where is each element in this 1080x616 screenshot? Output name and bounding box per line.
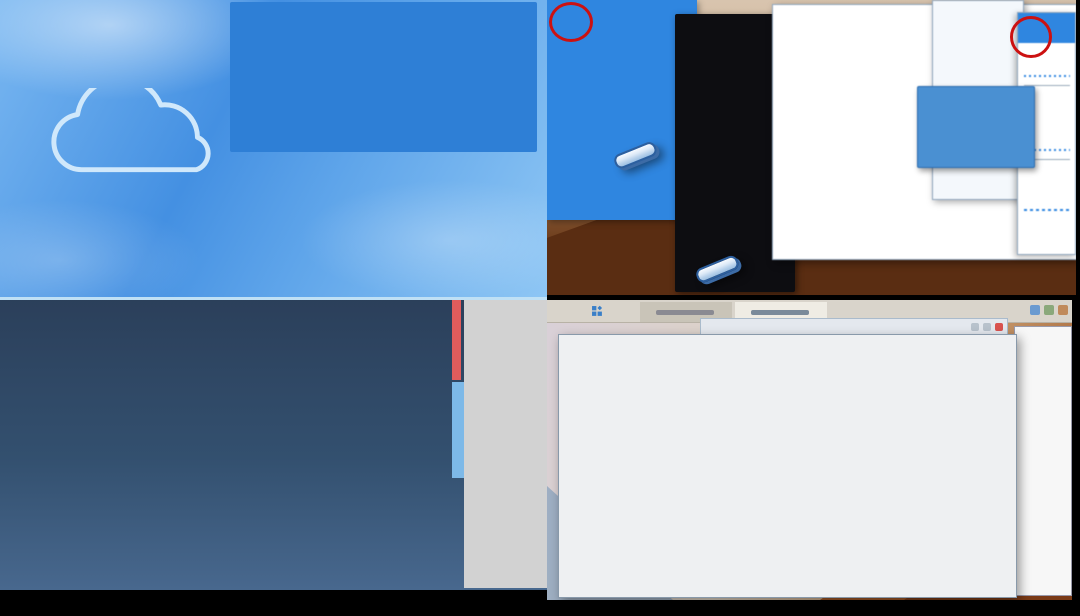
side-info-window — [1014, 326, 1072, 596]
desktop-icon[interactable] — [1058, 305, 1068, 315]
quadrant-dashboard-hero — [0, 0, 547, 297]
desktop-icon[interactable] — [1044, 305, 1054, 315]
product-collage-poster — [0, 0, 1080, 616]
cloud-logo-icon — [30, 88, 248, 188]
quadrant-tiles — [0, 297, 547, 590]
close-button[interactable] — [995, 323, 1003, 331]
column-picker-popup — [917, 86, 1035, 168]
imcloud-logo — [25, 88, 305, 223]
quadrant-windows-collage — [547, 0, 1076, 295]
app-grid-icon[interactable] — [590, 304, 604, 318]
background-tile-sliver-blue — [452, 382, 464, 478]
minimize-button[interactable] — [971, 323, 979, 331]
quadrant-device-window — [547, 300, 1072, 600]
maximize-button[interactable] — [983, 323, 991, 331]
sparkline — [1024, 75, 1070, 77]
cloud-blob — [300, 180, 547, 297]
device-mgmt-window — [558, 334, 1017, 598]
sparkline — [1024, 209, 1070, 211]
highlight-circle-appgrid — [549, 2, 593, 42]
highlight-circle-pie — [1010, 16, 1052, 58]
background-tile-sliver-red — [452, 300, 461, 380]
background-dashboard-panel — [464, 300, 547, 588]
desktop-icon[interactable] — [1030, 305, 1040, 315]
